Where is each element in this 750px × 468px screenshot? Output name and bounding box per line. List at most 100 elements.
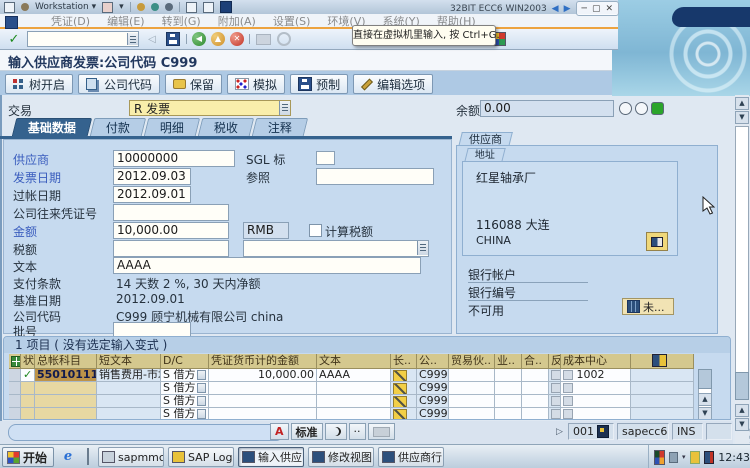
vm-snapshot-icon[interactable] (185, 1, 197, 13)
scroll-up-icon[interactable]: ▲ (735, 97, 749, 110)
tax-field[interactable] (113, 240, 229, 257)
transaction-select[interactable]: R 发票 (129, 100, 291, 116)
debit-credit-cell[interactable]: S 借方 (161, 382, 209, 395)
tree-on-button[interactable]: 树开启 (5, 74, 74, 94)
column-header-10[interactable]: 业.. (495, 354, 522, 369)
gl-account-cell[interactable] (35, 395, 97, 408)
vm-pin-icon[interactable] (21, 3, 29, 11)
menu-item-凭证[interactable]: 凭证(D) (51, 13, 90, 29)
reversal-checkbox[interactable] (551, 383, 560, 393)
simulate-button[interactable]: 模拟 (227, 74, 286, 94)
tax-code-dropdown-icon[interactable] (417, 241, 428, 255)
column-header-6[interactable]: 文本 (317, 354, 391, 369)
amount-cell[interactable] (209, 408, 317, 419)
column-header-13[interactable]: 成本中心 (561, 354, 631, 369)
tab-明细[interactable]: 明细 (143, 118, 201, 136)
cost-center-cell[interactable] (561, 382, 631, 395)
command-dropdown-icon[interactable] (127, 33, 138, 45)
sap-system-icon[interactable] (5, 16, 18, 29)
column-header-1[interactable]: 状.. (21, 354, 35, 369)
column-header-5[interactable]: 凭证货币计的金额 (209, 354, 317, 369)
trading-partner-cell[interactable] (449, 408, 495, 419)
dc-dropdown-icon[interactable] (197, 396, 206, 406)
consolidation-cell[interactable] (522, 382, 549, 395)
item-text-cell[interactable] (317, 408, 391, 419)
column-header-7[interactable]: 长.. (391, 354, 417, 369)
hold-button[interactable]: 保留 (165, 74, 223, 94)
ie-icon[interactable]: e (60, 449, 76, 465)
cost-center-cell[interactable] (561, 408, 631, 419)
item-text-cell[interactable] (317, 382, 391, 395)
column-header-11[interactable]: 合.. (522, 354, 549, 369)
amount-cell[interactable] (209, 395, 317, 408)
vm-power-icon[interactable] (136, 3, 145, 11)
status-a-button[interactable]: A (270, 423, 289, 440)
trading-partner-cell[interactable] (449, 382, 495, 395)
dc-dropdown-icon[interactable] (197, 383, 206, 393)
night-mode-button[interactable] (324, 423, 347, 440)
item-text-cell[interactable] (317, 395, 391, 408)
reversal-cell[interactable] (549, 369, 561, 382)
consolidation-cell[interactable] (522, 408, 549, 419)
vm-close-button[interactable]: ✕ (605, 4, 613, 14)
column-header-9[interactable]: 贸易伙.. (449, 354, 495, 369)
task-button-1[interactable]: sapmmc - ... (98, 447, 164, 467)
window-scrollbar[interactable]: ▲ ▼ ▲ ▼ (735, 95, 749, 444)
vm-console-icon[interactable] (219, 1, 232, 13)
scrollbar-thumb[interactable] (735, 372, 749, 400)
debit-credit-cell[interactable]: S 借方 (161, 408, 209, 419)
reference-field[interactable] (316, 168, 434, 185)
reversal-cell[interactable] (549, 382, 561, 395)
address-detail-button[interactable] (646, 232, 668, 251)
long-text-icon[interactable] (393, 370, 407, 381)
exit-icon[interactable]: ▲ (211, 32, 225, 46)
long-text-cell[interactable] (391, 382, 417, 395)
page-up-icon[interactable]: ▲ (735, 404, 749, 417)
row-select-cell[interactable] (9, 369, 21, 382)
reversal-cell[interactable] (549, 395, 561, 408)
status-expand-icon[interactable]: ▷ (556, 427, 563, 437)
row-select-cell[interactable] (9, 395, 21, 408)
long-text-icon[interactable] (393, 409, 407, 419)
text-field[interactable]: AAAA (113, 257, 421, 274)
trading-partner-cell[interactable] (449, 369, 495, 382)
vm-workstation-menu[interactable]: Workstation ▾ (35, 2, 96, 12)
print-icon[interactable] (255, 33, 271, 45)
enter-check-icon[interactable]: ✓ (6, 31, 22, 47)
task-button-5[interactable]: 供应商行... (378, 447, 444, 467)
dots-button[interactable]: ·· (348, 423, 366, 440)
column-header-2[interactable]: 总帐科目 (35, 354, 97, 369)
amount-field[interactable]: 10,000.00 (113, 222, 229, 239)
consolidation-cell[interactable] (522, 369, 549, 382)
table-scrollbar-thumb[interactable] (698, 369, 712, 389)
scroll-down-icon[interactable]: ▼ (735, 111, 749, 124)
standard-view-button[interactable]: 标准 (290, 423, 323, 440)
item-text-cell[interactable]: AAAA (317, 369, 391, 382)
dc-dropdown-icon[interactable] (197, 409, 206, 419)
vm-resume-icon[interactable] (150, 3, 159, 11)
column-header-12[interactable]: 反.. (549, 354, 561, 369)
long-text-cell[interactable] (391, 408, 417, 419)
find-icon[interactable] (277, 32, 291, 46)
business-area-cell[interactable] (495, 382, 522, 395)
task-button-3[interactable]: 输入供应... (238, 447, 304, 467)
tray-app-icon[interactable] (654, 449, 666, 465)
vm-machine-icon[interactable] (102, 1, 114, 13)
vm-window-icon[interactable] (4, 1, 15, 13)
task-button-4[interactable]: 修改视图 ... (308, 447, 374, 467)
reversal-checkbox[interactable] (551, 409, 560, 419)
currency-field[interactable]: RMB (243, 222, 289, 239)
long-text-icon[interactable] (393, 383, 407, 394)
tray-display-icon[interactable] (669, 451, 679, 463)
cost-center-cell[interactable] (561, 395, 631, 408)
vendor-field[interactable]: 10000000 (113, 150, 235, 167)
long-text-icon[interactable] (393, 396, 407, 407)
calc-tax-checkbox[interactable] (309, 224, 322, 237)
reversal-checkbox[interactable] (551, 370, 560, 380)
column-header-8[interactable]: 公.. (417, 354, 449, 369)
editing-options-button[interactable]: 编辑选项 (353, 74, 434, 94)
show-desktop-icon[interactable] (80, 448, 96, 465)
row-select-cell[interactable] (9, 408, 21, 419)
collapse-icon[interactable]: ◁ (144, 31, 160, 47)
amount-cell[interactable]: 10,000.00 (209, 369, 317, 382)
